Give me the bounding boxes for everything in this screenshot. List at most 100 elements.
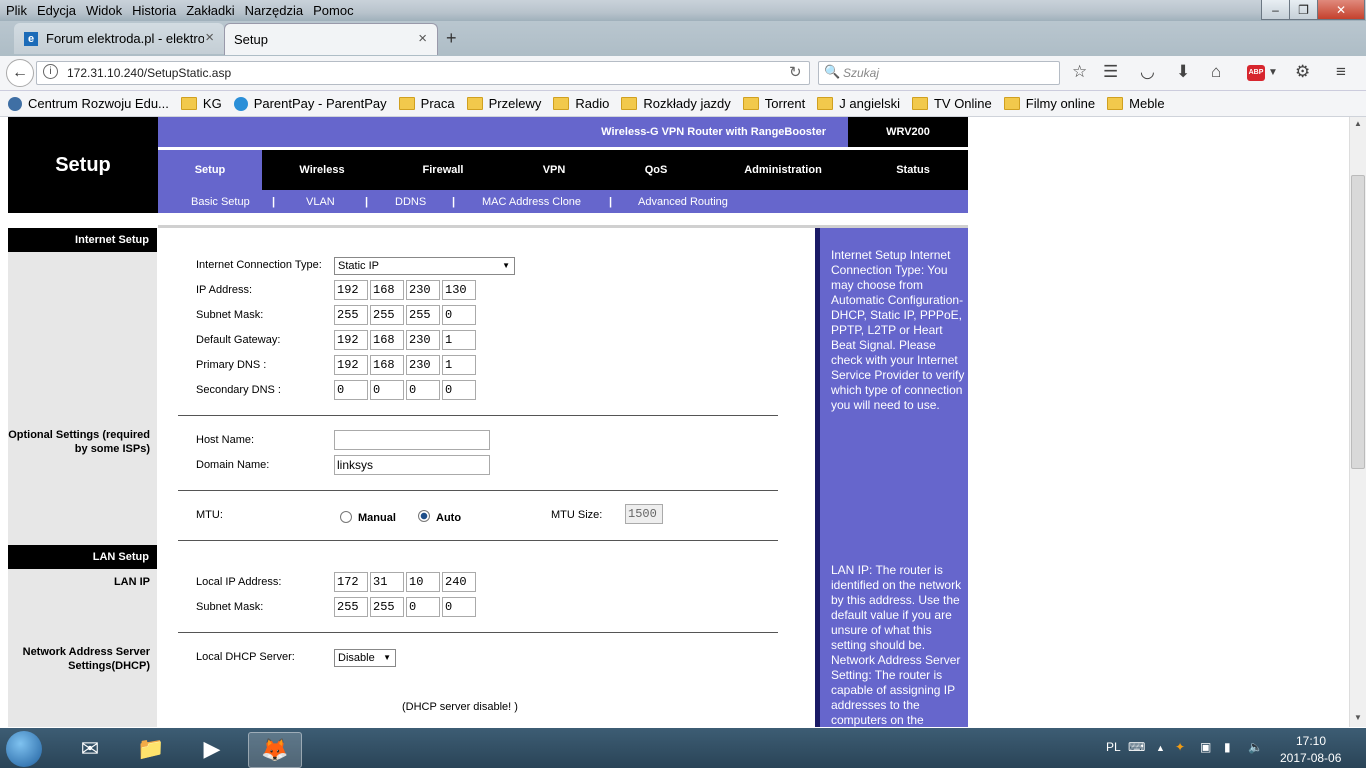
dns2-octet-input[interactable]: 0 xyxy=(334,380,368,400)
lan-ip-octet-input[interactable]: 240 xyxy=(442,572,476,592)
subtab-basic-setup[interactable]: Basic Setup xyxy=(191,196,250,208)
thunderbird-taskbar-icon[interactable]: ✉ xyxy=(64,732,116,766)
chevron-down-icon[interactable]: ▼ xyxy=(1268,67,1278,78)
mask-octet-input[interactable]: 0 xyxy=(442,305,476,325)
bookmark-folder[interactable]: Rozkłady jazdy xyxy=(621,96,731,111)
lan-mask-octet-input[interactable]: 255 xyxy=(334,597,368,617)
media-player-taskbar-icon[interactable]: ▶ xyxy=(186,732,238,766)
mask-octet-input[interactable]: 255 xyxy=(406,305,440,325)
dns2-octet-input[interactable]: 0 xyxy=(406,380,440,400)
subtab-advanced-routing[interactable]: Advanced Routing xyxy=(638,196,728,208)
lan-ip-octet-input[interactable]: 10 xyxy=(406,572,440,592)
menu-historia[interactable]: Historia xyxy=(132,3,176,18)
tab-firewall[interactable]: Firewall xyxy=(382,150,504,190)
tab-administration[interactable]: Administration xyxy=(708,150,858,190)
bookmark-folder[interactable]: Filmy online xyxy=(1003,96,1095,111)
volume-icon[interactable]: 🔈 xyxy=(1248,740,1263,754)
device-icon[interactable]: ▣ xyxy=(1200,740,1211,754)
tab-qos[interactable]: QoS xyxy=(604,150,708,190)
clock-time[interactable]: 17:10 xyxy=(1296,734,1326,748)
adblock-icon[interactable]: ABP xyxy=(1247,65,1265,81)
new-tab-button[interactable]: + xyxy=(446,28,457,49)
menu-hamburger-icon[interactable]: ≡ xyxy=(1336,62,1346,82)
gateway-octet-input[interactable]: 168 xyxy=(370,330,404,350)
pocket-icon[interactable]: ◡ xyxy=(1140,62,1155,82)
show-hidden-icons-icon[interactable]: ▲ xyxy=(1156,743,1165,753)
bookmark-folder[interactable]: Praca xyxy=(398,96,455,111)
tab-setup-main[interactable]: Setup xyxy=(158,150,262,190)
download-icon[interactable]: ⬇ xyxy=(1176,62,1190,82)
bookmark-folder[interactable]: Radio xyxy=(553,96,609,111)
sync-icon[interactable]: ⚙ xyxy=(1295,62,1310,82)
ip-octet-input[interactable]: 168 xyxy=(370,280,404,300)
menu-plik[interactable]: Plik xyxy=(6,3,27,18)
menu-pomoc[interactable]: Pomoc xyxy=(313,3,353,18)
start-button[interactable] xyxy=(6,731,42,767)
reading-list-icon[interactable]: ☰ xyxy=(1103,62,1118,82)
gateway-octet-input[interactable]: 1 xyxy=(442,330,476,350)
bookmark-folder[interactable]: Przelewy xyxy=(466,96,541,111)
bookmark-folder[interactable]: KG xyxy=(180,96,222,111)
gateway-octet-input[interactable]: 192 xyxy=(334,330,368,350)
dns2-octet-input[interactable]: 0 xyxy=(442,380,476,400)
language-indicator[interactable]: PL xyxy=(1106,740,1121,754)
maximize-button[interactable]: ❐ xyxy=(1289,0,1318,20)
host-name-input[interactable] xyxy=(334,430,490,450)
mask-octet-input[interactable]: 255 xyxy=(370,305,404,325)
lan-mask-octet-input[interactable]: 255 xyxy=(370,597,404,617)
avast-icon[interactable]: ✦ xyxy=(1175,740,1185,754)
bookmark-star-icon[interactable]: ☆ xyxy=(1072,62,1087,82)
info-icon[interactable]: i xyxy=(43,64,58,79)
reload-icon[interactable]: ↻ xyxy=(789,63,802,81)
menu-zakladki[interactable]: Zakładki xyxy=(186,3,234,18)
dns2-octet-input[interactable]: 0 xyxy=(370,380,404,400)
scrollbar-thumb[interactable] xyxy=(1351,175,1365,469)
mtu-auto-radio[interactable] xyxy=(418,510,430,522)
minimize-button[interactable]: – xyxy=(1261,0,1290,20)
close-window-button[interactable]: ✕ xyxy=(1317,0,1365,20)
clock-date[interactable]: 2017-08-06 xyxy=(1280,751,1341,765)
ip-octet-input[interactable]: 192 xyxy=(334,280,368,300)
home-icon[interactable]: ⌂ xyxy=(1211,62,1221,82)
scroll-up-icon[interactable]: ▲ xyxy=(1354,119,1362,128)
bookmark-folder[interactable]: Meble xyxy=(1107,96,1165,111)
menu-widok[interactable]: Widok xyxy=(86,3,122,18)
subtab-ddns[interactable]: DDNS xyxy=(395,196,426,208)
subtab-mac-address-clone[interactable]: MAC Address Clone xyxy=(482,196,581,208)
dns1-octet-input[interactable]: 168 xyxy=(370,355,404,375)
dns1-octet-input[interactable]: 192 xyxy=(334,355,368,375)
dns1-octet-input[interactable]: 230 xyxy=(406,355,440,375)
tab-status[interactable]: Status xyxy=(858,150,968,190)
lan-mask-octet-input[interactable]: 0 xyxy=(406,597,440,617)
mtu-size-input[interactable]: 1500 xyxy=(625,504,663,524)
dns1-octet-input[interactable]: 1 xyxy=(442,355,476,375)
mtu-manual-radio[interactable] xyxy=(340,511,352,523)
close-tab-icon[interactable]: × xyxy=(418,30,427,47)
firefox-taskbar-icon[interactable]: 🦊 xyxy=(248,732,302,768)
explorer-taskbar-icon[interactable]: 📁 xyxy=(125,732,177,766)
network-icon[interactable]: ▮ xyxy=(1224,740,1231,754)
search-input[interactable]: 🔍 Szukaj xyxy=(818,61,1060,85)
connection-type-select[interactable]: Static IP ▼ xyxy=(334,257,515,275)
tab-setup[interactable]: Setup × xyxy=(224,23,438,55)
gateway-octet-input[interactable]: 230 xyxy=(406,330,440,350)
keyboard-icon[interactable]: ⌨ xyxy=(1128,740,1145,754)
menu-edycja[interactable]: Edycja xyxy=(37,3,76,18)
close-tab-icon[interactable]: × xyxy=(205,29,214,46)
menu-narzedzia[interactable]: Narzędzia xyxy=(245,3,304,18)
ip-octet-input[interactable]: 130 xyxy=(442,280,476,300)
ip-octet-input[interactable]: 230 xyxy=(406,280,440,300)
back-button[interactable]: ← xyxy=(6,59,34,87)
lan-ip-octet-input[interactable]: 31 xyxy=(370,572,404,592)
bookmark-item[interactable]: Centrum Rozwoju Edu... xyxy=(8,96,169,111)
tab-forum[interactable]: e Forum elektroda.pl - elektron × xyxy=(14,23,224,54)
tab-vpn[interactable]: VPN xyxy=(504,150,604,190)
tab-wireless[interactable]: Wireless xyxy=(262,150,382,190)
bookmark-folder[interactable]: TV Online xyxy=(911,96,992,111)
lan-ip-octet-input[interactable]: 172 xyxy=(334,572,368,592)
bookmark-folder[interactable]: J angielski xyxy=(817,96,900,111)
scroll-down-icon[interactable]: ▼ xyxy=(1354,713,1362,722)
mask-octet-input[interactable]: 255 xyxy=(334,305,368,325)
subtab-vlan[interactable]: VLAN xyxy=(306,196,335,208)
url-bar[interactable]: i 172.31.10.240/SetupStatic.asp ↻ xyxy=(36,61,810,85)
